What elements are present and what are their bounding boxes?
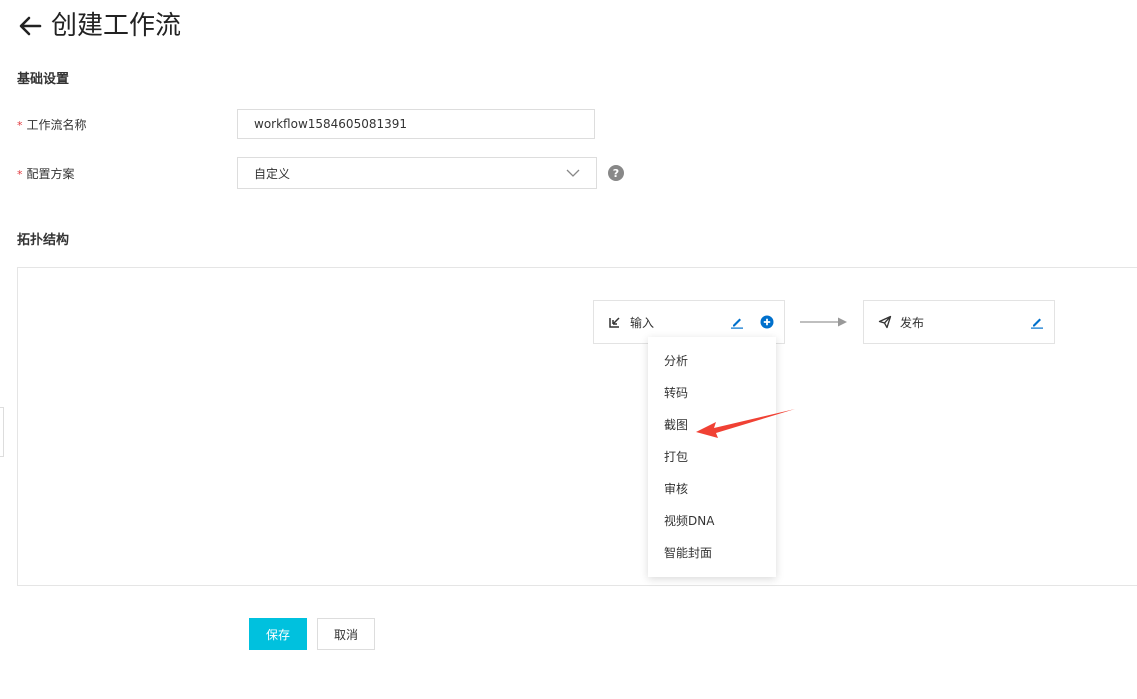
page-title: 创建工作流 (51, 11, 182, 41)
menu-item-analysis[interactable]: 分析 (648, 345, 776, 377)
edit-icon[interactable] (1030, 315, 1044, 329)
chevron-down-icon (566, 166, 580, 180)
node-publish-label: 发布 (900, 315, 925, 330)
page-header: 创建工作流 (17, 8, 181, 44)
workflow-name-input[interactable]: workflow1584605081391 (237, 109, 595, 139)
add-circle-icon[interactable] (760, 315, 774, 329)
side-collapse-handle[interactable] (0, 407, 4, 457)
node-input-label: 输入 (630, 315, 655, 330)
section-title-topology: 拓扑结构 (17, 233, 70, 248)
node-publish-actions (1030, 315, 1044, 329)
form-row-config-scheme: * 配置方案 自定义 ? (17, 157, 624, 189)
config-scheme-label: * 配置方案 (17, 166, 75, 181)
node-publish[interactable]: 发布 (863, 300, 1055, 344)
required-mark: * (17, 167, 23, 181)
edit-icon[interactable] (730, 315, 744, 329)
form-row-workflow-name: * 工作流名称 workflow1584605081391 (17, 108, 595, 140)
cancel-button[interactable]: 取消 (317, 618, 375, 650)
menu-item-transcode[interactable]: 转码 (648, 377, 776, 409)
add-node-menu: 分析 转码 截图 打包 审核 视频DNA 智能封面 (648, 337, 776, 577)
connector-arrow-icon (800, 317, 847, 327)
menu-item-review[interactable]: 审核 (648, 473, 776, 505)
annotation-arrow-icon (696, 409, 795, 438)
menu-item-package[interactable]: 打包 (648, 441, 776, 473)
send-icon (878, 315, 892, 329)
config-scheme-select[interactable]: 自定义 (237, 157, 597, 189)
menu-item-video-dna[interactable]: 视频DNA (648, 505, 776, 537)
back-arrow-icon[interactable] (17, 13, 43, 39)
workflow-name-label: * 工作流名称 (17, 117, 87, 132)
help-icon[interactable]: ? (608, 165, 624, 181)
save-button[interactable]: 保存 (249, 618, 307, 650)
config-scheme-value: 自定义 (254, 166, 291, 181)
required-mark: * (17, 118, 23, 132)
node-input-actions (730, 315, 774, 329)
menu-item-smart-cover[interactable]: 智能封面 (648, 537, 776, 569)
section-title-basic: 基础设置 (17, 72, 70, 87)
input-arrow-icon (608, 315, 622, 329)
